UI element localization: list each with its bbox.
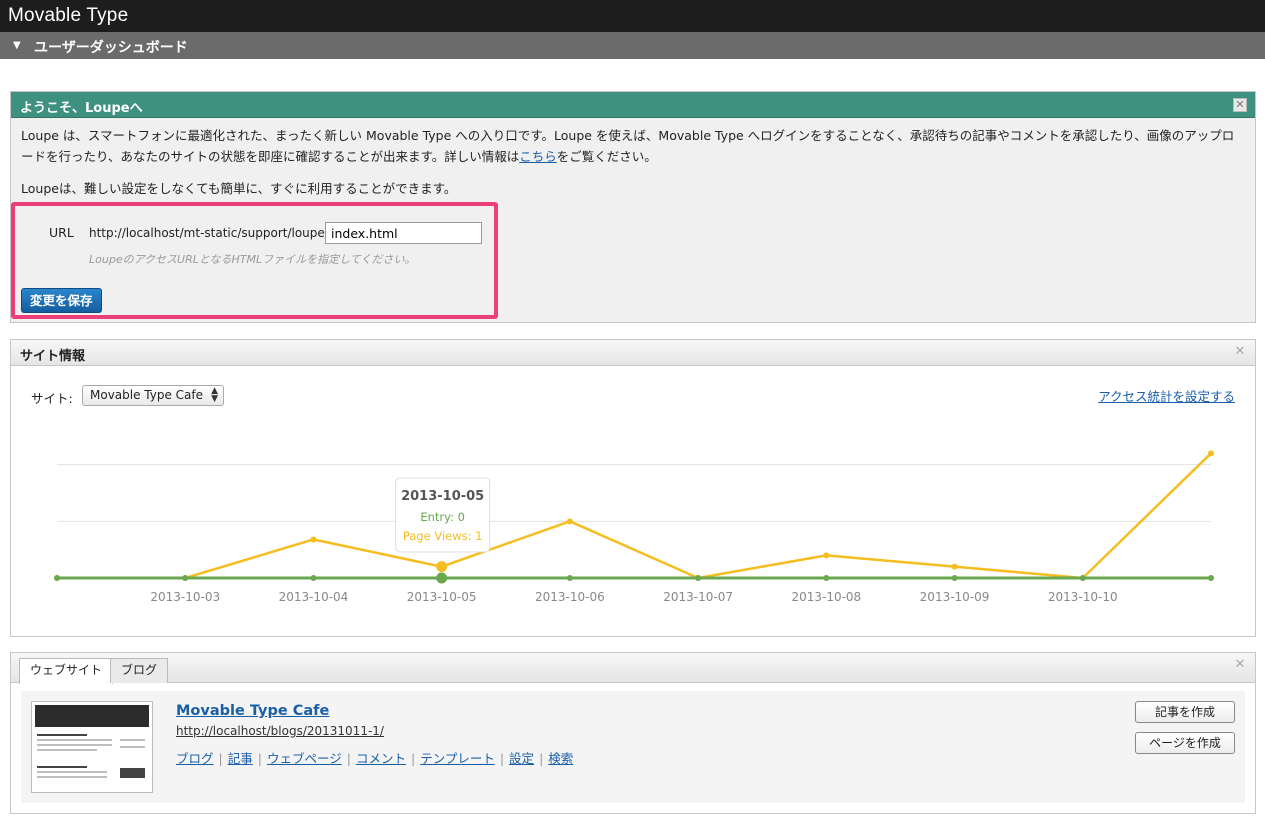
site-info-title: サイト情報: [20, 349, 86, 364]
intro-text-end: をご覧ください。: [556, 149, 657, 164]
site-select[interactable]: Movable Type Cafe ▲ ▼: [82, 385, 224, 406]
x-tick-label: 2013-10-07: [663, 590, 733, 604]
dashboard-title: ユーザーダッシュボード: [34, 40, 188, 56]
data-point: [54, 575, 60, 581]
data-point: [566, 518, 573, 525]
welcome-title: ようこそ、Loupeへ: [20, 101, 143, 116]
site-thumbnail[interactable]: [31, 701, 153, 793]
save-changes-button[interactable]: 変更を保存: [21, 288, 102, 313]
data-point: [695, 575, 702, 581]
top-bar: Movable Type: [0, 0, 1265, 32]
x-tick-label: 2013-10-09: [920, 590, 990, 604]
site-info-header: サイト情報 ✕: [11, 340, 1255, 366]
data-point: [1208, 575, 1214, 581]
link-comments[interactable]: コメント: [356, 751, 406, 766]
tooltip-pageviews: Page Views: 1: [403, 529, 483, 543]
create-page-button[interactable]: ページを作成: [1135, 732, 1235, 754]
data-point: [310, 575, 317, 581]
data-point: [310, 536, 317, 543]
triangle-down-icon[interactable]: ▼: [13, 40, 21, 51]
close-icon[interactable]: ✕: [1233, 658, 1247, 672]
welcome-panel: ようこそ、Loupeへ ✕ Loupe は、スマートフォンに最適化された、まった…: [10, 91, 1256, 323]
link-blog[interactable]: ブログ: [176, 751, 214, 766]
site-name-link[interactable]: Movable Type Cafe: [176, 703, 329, 719]
url-prefix: http://localhost/mt-static/support/loupe…: [89, 226, 329, 240]
tab-website[interactable]: ウェブサイト: [19, 658, 114, 684]
create-entry-button[interactable]: 記事を作成: [1135, 701, 1235, 723]
websites-header: ウェブサイト ブログ ✕: [11, 653, 1255, 684]
x-tick-label: 2013-10-05: [407, 590, 477, 604]
data-point: [1079, 575, 1086, 581]
x-tick-label: 2013-10-08: [791, 590, 861, 604]
url-filename-input[interactable]: [325, 222, 482, 244]
configure-stats-link[interactable]: アクセス統計を設定する: [1098, 386, 1235, 405]
link-settings[interactable]: 設定: [509, 751, 534, 766]
data-point: [1208, 450, 1214, 457]
link-templates[interactable]: テンプレート: [420, 751, 495, 766]
link-search[interactable]: 検索: [548, 751, 573, 766]
link-pages[interactable]: ウェブページ: [267, 751, 342, 766]
data-point: [951, 563, 958, 570]
site-url-link[interactable]: http://localhost/blogs/20131011-1/: [176, 724, 384, 738]
site-info-panel: 2013-10-03 2013-10-04 2013-10-05 2013-10-06…: [10, 339, 1256, 637]
data-point: [823, 575, 830, 581]
dashboard-header[interactable]: ▼ ユーザーダッシュボード: [0, 32, 1265, 59]
details-link[interactable]: こちら: [519, 149, 557, 164]
url-settings-highlight: URL http://localhost/mt-static/support/l…: [11, 202, 498, 319]
websites-panel: ウェブサイト ブログ ✕ Movable Type Cafe http://lo…: [10, 652, 1256, 814]
data-point: [823, 552, 830, 559]
site-label: サイト:: [31, 391, 73, 406]
x-tick-label: 2013-10-03: [150, 590, 220, 604]
data-point: [436, 572, 448, 584]
welcome-panel-header: ようこそ、Loupeへ ✕: [11, 92, 1255, 118]
close-icon[interactable]: ✕: [1233, 98, 1247, 112]
tab-blog[interactable]: ブログ: [110, 658, 169, 683]
app-title[interactable]: Movable Type: [8, 5, 128, 27]
tooltip-entry: Entry: 0: [420, 510, 465, 524]
url-label: URL: [49, 225, 74, 240]
data-point: [182, 575, 189, 581]
link-entries[interactable]: 記事: [228, 751, 253, 766]
url-hint: LoupeのアクセスURLとなるHTMLファイルを指定してください。: [89, 253, 416, 266]
close-icon[interactable]: ✕: [1233, 345, 1247, 359]
data-point: [436, 561, 448, 573]
data-point: [566, 575, 573, 581]
welcome-intro: Loupe は、スマートフォンに最適化された、まったく新しい Movable T…: [21, 125, 1246, 167]
site-select-value: Movable Type Cafe: [90, 388, 204, 402]
website-row: Movable Type Cafe http://localhost/blogs…: [21, 691, 1245, 803]
x-tick-label: 2013-10-06: [535, 590, 605, 604]
welcome-easy-text: Loupeは、難しい設定をしなくても簡単に、すぐに利用することができます。: [21, 181, 457, 196]
site-action-links: ブログ | 記事 | ウェブページ | コメント | テンプレート | 設定 | 検索: [176, 751, 574, 766]
updown-arrows-icon: ▲ ▼: [211, 386, 218, 404]
series-line-0: [57, 452, 1212, 580]
data-point: [951, 575, 958, 581]
x-tick-label: 2013-10-10: [1048, 590, 1118, 604]
x-tick-label: 2013-10-04: [279, 590, 349, 604]
tooltip-date: 2013-10-05: [401, 489, 484, 504]
